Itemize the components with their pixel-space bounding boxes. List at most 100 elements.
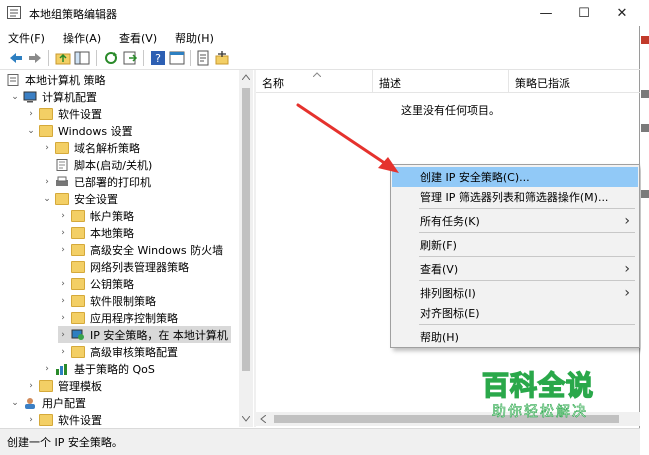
tree-item[interactable]: › 域名解析策略 [42,139,143,156]
context-menu-item-label: 所有任务(K) [420,215,480,228]
collapse-chevron-icon[interactable]: › [42,143,52,153]
context-menu-item-label: 创建 IP 安全策略(C)... [420,171,530,184]
tree-item[interactable]: › 高级审核策略配置 [58,343,181,360]
tree-item[interactable]: › 应用程序控制策略 [58,309,181,326]
tree-item[interactable]: › 帐户策略 [58,207,137,224]
context-menu-item[interactable]: 刷新(F) [392,235,638,255]
toolbar-separator [48,50,49,66]
background-fragment [641,190,649,198]
column-divider[interactable] [372,70,373,92]
collapse-chevron-icon[interactable]: › [42,177,52,187]
tree-vertical-scrollbar[interactable] [239,70,253,427]
collapse-chevron-icon[interactable]: › [58,245,68,255]
tree-item-label: 软件限制策略 [90,294,156,308]
toolbar-separator [190,50,191,66]
tree-item[interactable]: 本地计算机 策略 [6,71,109,88]
scroll-left-arrow-icon[interactable] [260,415,266,423]
expand-chevron-icon[interactable]: ⌄ [10,398,20,408]
scroll-down-arrow-icon[interactable] [242,416,250,422]
context-menu-item[interactable]: 查看(V) › [392,259,638,279]
collapse-chevron-icon[interactable]: › [26,109,36,119]
tree-item[interactable]: › 软件限制策略 [58,292,159,309]
collapse-chevron-icon[interactable]: › [58,347,68,357]
properties-icon[interactable] [169,50,185,66]
context-menu-item[interactable]: 排列图标(I) › [392,283,638,303]
background-edge [641,0,649,454]
context-menu: 创建 IP 安全策略(C)... 管理 IP 筛选器列表和筛选器操作(M)... 所… [390,164,640,348]
tree-item[interactable]: 脚本(启动/关机) [42,156,155,173]
tree-item[interactable]: › 本地策略 [58,224,137,241]
folder-icon [39,379,53,392]
menu-file[interactable]: 文件(F) [8,30,45,46]
tree-item[interactable]: ⌄ 用户配置 [10,394,89,411]
show-tree-icon[interactable] [74,50,90,66]
folder-icon [71,209,85,222]
background-fragment [641,90,649,98]
assign-icon[interactable] [195,50,211,66]
column-name[interactable]: 名称 [262,75,284,91]
tree-scroll-thumb[interactable] [242,88,250,371]
back-icon[interactable] [8,50,24,66]
tree-item-label: 软件设置 [58,413,102,427]
collapse-chevron-icon[interactable]: › [58,228,68,238]
collapse-chevron-icon[interactable]: › [58,296,68,306]
refresh-icon[interactable] [103,50,119,66]
collapse-chevron-icon[interactable]: › [26,381,36,391]
unassign-icon[interactable] [214,50,230,66]
collapse-chevron-icon[interactable]: › [58,313,68,323]
menu-view[interactable]: 查看(V) [119,30,157,46]
column-divider[interactable] [508,70,509,92]
tree-item-label: 本地计算机 策略 [25,73,106,87]
tree-item[interactable]: › 软件设置 [26,105,105,122]
ip-security-icon [71,329,84,340]
context-menu-item[interactable]: 对齐图标(E) [392,303,638,323]
up-folder-icon[interactable] [55,50,71,66]
minimize-button[interactable]: — [526,0,566,26]
column-policy-assigned[interactable]: 策略已指派 [515,75,570,91]
folder-icon [71,345,85,358]
collapse-chevron-icon[interactable]: › [58,279,68,289]
tree-item[interactable]: › 软件设置 [26,411,105,427]
tree-item[interactable]: › 公钥策略 [58,275,137,292]
background-fragment [641,36,649,44]
tree-item-label: 高级审核策略配置 [90,345,178,359]
status-text: 创建一个 IP 安全策略。 [7,436,123,449]
context-menu-item[interactable]: 帮助(H) [392,327,638,347]
context-menu-item[interactable]: 创建 IP 安全策略(C)... [392,167,638,187]
toolbar-separator [96,50,97,66]
collapse-chevron-icon[interactable]: › [26,415,36,425]
tree-item[interactable]: › 已部署的打印机 [42,173,154,190]
tree-item[interactable]: ⌄ 安全设置 [42,190,121,207]
tree-item[interactable]: 网络列表管理器策略 [58,258,192,275]
context-menu-item[interactable]: 管理 IP 筛选器列表和筛选器操作(M)... [392,187,638,207]
printer-icon [56,176,68,186]
column-description[interactable]: 描述 [379,75,401,91]
menu-action[interactable]: 操作(A) [63,30,101,46]
menu-bar: 文件(F) 操作(A) 查看(V) 帮助(H) [0,27,640,47]
expand-chevron-icon[interactable]: ⌄ [42,194,52,204]
close-button[interactable]: ✕ [602,0,642,26]
maximize-button[interactable]: ☐ [564,0,604,26]
context-menu-item[interactable]: 所有任务(K) › [392,211,638,231]
collapse-chevron-icon[interactable]: › [42,364,52,374]
forward-icon[interactable] [27,50,43,66]
tree-item[interactable]: ⌄ Windows 设置 [26,122,136,139]
title-bar: 本地组策略编辑器 — ☐ ✕ [0,0,640,26]
collapse-chevron-icon[interactable]: › [58,211,68,221]
tree-item[interactable]: › 基于策略的 QoS [42,360,158,377]
expand-chevron-icon[interactable]: ⌄ [26,126,36,136]
menu-separator [419,256,635,257]
script-icon [56,158,68,171]
tree-item[interactable]: › 管理模板 [26,377,105,394]
tree-item[interactable]: › IP 安全策略，在 本地计算机 [58,326,231,343]
collapse-chevron-icon[interactable]: › [58,330,68,340]
help-icon[interactable]: ? [150,50,166,66]
scroll-up-arrow-icon[interactable] [242,74,250,80]
tree-item[interactable]: ⌄ 计算机配置 [10,88,100,105]
tree-item[interactable]: › 高级安全 Windows 防火墙 [58,241,226,258]
pane-splitter[interactable] [254,70,256,427]
menu-help[interactable]: 帮助(H) [175,30,214,46]
export-icon[interactable] [122,50,138,66]
folder-icon [39,107,53,120]
expand-chevron-icon[interactable]: ⌄ [10,92,20,102]
